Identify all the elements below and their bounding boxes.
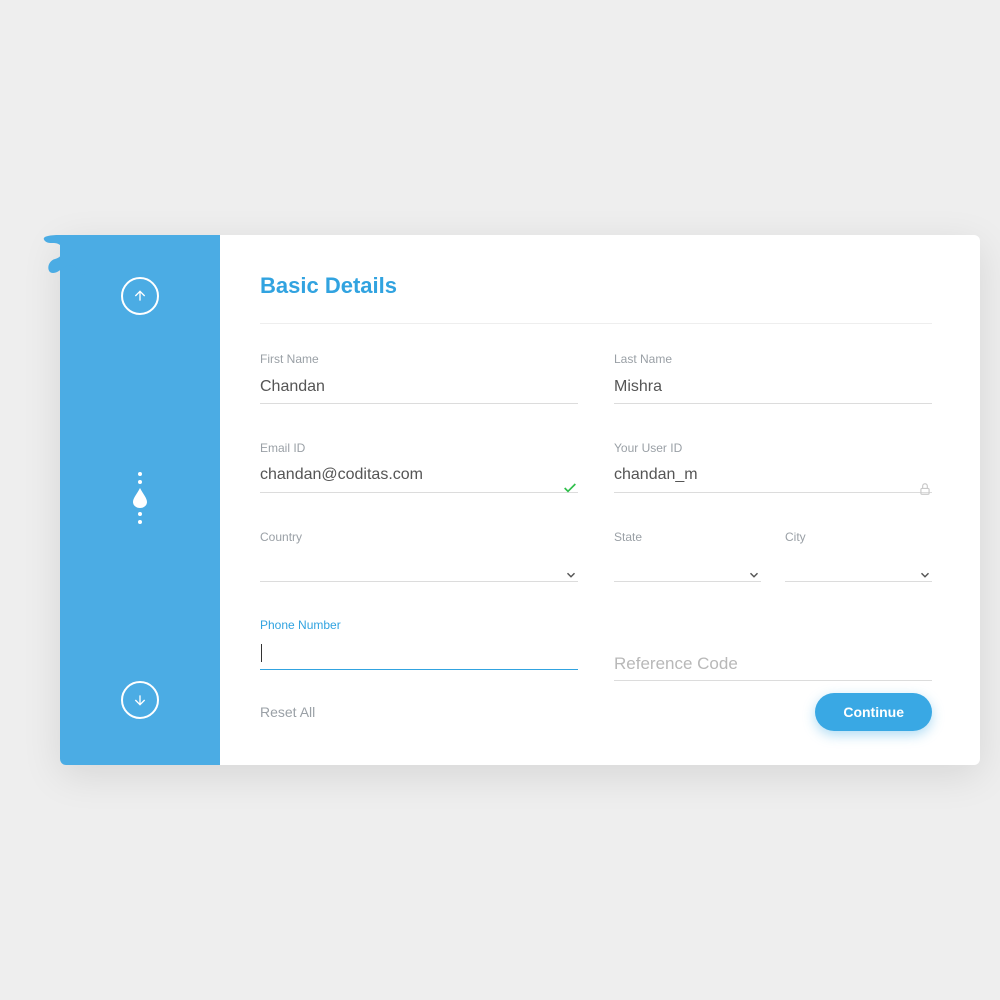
last-name-input[interactable] (614, 372, 932, 404)
phone-label: Phone Number (260, 618, 578, 632)
country-select[interactable] (260, 550, 578, 582)
state-label: State (614, 530, 761, 544)
lock-icon (918, 482, 932, 496)
country-field: Country (260, 530, 578, 593)
reference-input[interactable]: Reference Code (614, 649, 932, 681)
phone-input[interactable] (260, 638, 578, 670)
state-field: State (614, 530, 761, 593)
first-name-label: First Name (260, 352, 578, 366)
sidebar (60, 235, 220, 765)
email-input[interactable] (260, 461, 578, 493)
arrow-up-icon (132, 288, 148, 304)
scroll-down-button[interactable] (121, 681, 159, 719)
state-city-row: State City (614, 530, 932, 593)
text-caret (261, 644, 262, 662)
sidebar-blob-decoration (25, 235, 85, 315)
form-card: Basic Details First Name Last Name Email… (60, 235, 980, 765)
user-id-input (614, 461, 932, 493)
email-label: Email ID (260, 441, 578, 455)
reference-placeholder: Reference Code (614, 654, 738, 674)
first-name-input[interactable] (260, 372, 578, 404)
last-name-label: Last Name (614, 352, 932, 366)
city-select[interactable] (785, 550, 932, 582)
user-id-label: Your User ID (614, 441, 932, 455)
arrow-down-icon (132, 692, 148, 708)
first-name-field: First Name (260, 352, 578, 415)
step-indicator-icon (133, 472, 147, 524)
continue-button[interactable]: Continue (815, 693, 932, 731)
drop-icon (133, 488, 147, 508)
last-name-field: Last Name (614, 352, 932, 415)
country-label: Country (260, 530, 578, 544)
email-field: Email ID (260, 441, 578, 504)
form-content: Basic Details First Name Last Name Email… (220, 235, 980, 765)
form-actions: Reset All Continue (260, 693, 932, 731)
check-icon (562, 480, 578, 496)
city-field: City (785, 530, 932, 593)
form-grid: First Name Last Name Email ID Your User … (260, 352, 932, 681)
scroll-up-button[interactable] (121, 277, 159, 315)
phone-field: Phone Number (260, 618, 578, 681)
state-select[interactable] (614, 550, 761, 582)
page-title: Basic Details (260, 273, 932, 324)
reference-field: Reference Code (614, 618, 932, 681)
city-label: City (785, 530, 932, 544)
reset-button[interactable]: Reset All (260, 704, 315, 720)
user-id-field: Your User ID (614, 441, 932, 504)
